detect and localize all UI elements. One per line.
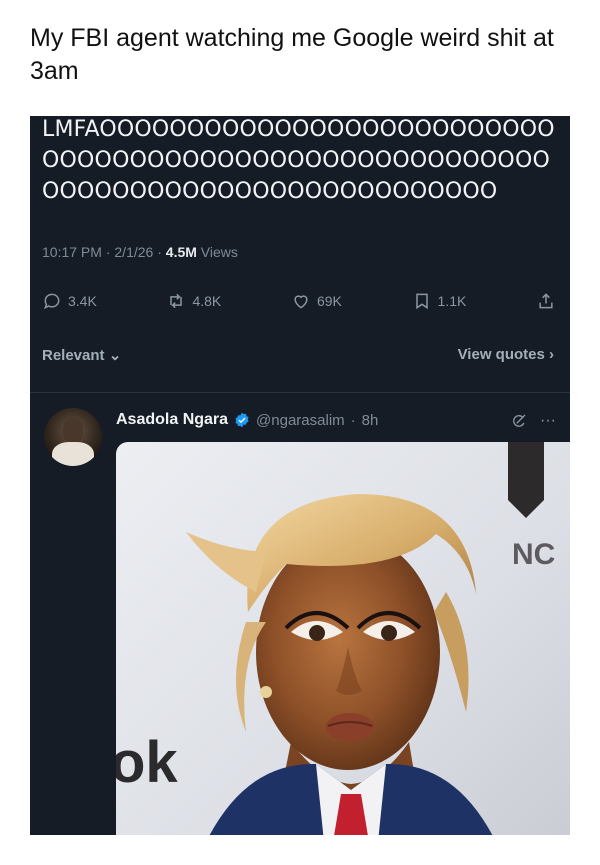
relevant-dropdown[interactable]: Relevant ⌄	[42, 346, 121, 364]
backdrop-letters: NC	[512, 538, 555, 571]
tweet-text: LMFAOOOOOOOOOOOOOOOOOOOOOOOOOOOOOOOOOOOO…	[42, 117, 555, 204]
views-count: 4.5M	[165, 244, 197, 260]
repost-count: 4.8K	[192, 293, 222, 309]
reply-count: 3.4K	[68, 293, 97, 309]
share-icon	[539, 293, 553, 309]
grok-icon[interactable]	[510, 412, 528, 430]
reply-button[interactable]: 3.4K	[42, 291, 97, 311]
portrait-illustration: NC ok	[116, 442, 555, 835]
bookmark-button[interactable]: 1.1K	[412, 291, 467, 311]
verified-icon	[235, 412, 249, 428]
chevron-down-icon: ⌄	[108, 347, 122, 364]
reply-icon	[44, 293, 60, 310]
reply-filters: Relevant ⌄ View quotes ›	[42, 346, 554, 364]
tweet-screenshot: LMFAOOOOOOOOOOOOOOOOOOOOOOOOOOOOOOOOOOOO…	[30, 116, 570, 835]
backdrop-letters-2: ok	[116, 730, 178, 795]
like-button[interactable]: 69K	[291, 291, 342, 311]
share-button[interactable]	[536, 291, 556, 311]
repost-icon	[170, 293, 183, 309]
view-quotes-link[interactable]: View quotes ›	[458, 346, 554, 364]
tweet-date[interactable]: 2/1/26	[114, 244, 153, 260]
reply-header-actions: ···	[510, 412, 556, 430]
reply-media-image[interactable]: NC ok	[116, 442, 570, 835]
bookmark-count: 1.1K	[437, 293, 467, 309]
views-label: Views	[200, 244, 238, 260]
meme-caption: My FBI agent watching me Google weird sh…	[30, 24, 554, 85]
reply-header: Asadola Ngara @ngarasalim · 8h	[116, 411, 379, 429]
repost-button[interactable]: 4.8K	[166, 291, 221, 311]
tweet-meta: 10:17 PM · 2/1/26 · 4.5M Views	[42, 244, 238, 260]
like-icon	[294, 295, 308, 309]
bookmark-icon	[415, 293, 428, 310]
action-bar: 3.4K 4.8K 69K 1.1K	[42, 288, 556, 314]
more-icon[interactable]: ···	[540, 412, 556, 430]
avatar[interactable]	[44, 408, 102, 466]
tweet-time[interactable]: 10:17 PM	[42, 244, 102, 260]
chevron-right-icon: ›	[549, 346, 554, 363]
reply-author-name[interactable]: Asadola Ngara	[116, 411, 228, 429]
like-count: 69K	[316, 293, 342, 309]
reply-handle[interactable]: @ngarasalim	[256, 412, 345, 429]
reply-time[interactable]: 8h	[362, 412, 379, 429]
divider	[30, 392, 570, 393]
